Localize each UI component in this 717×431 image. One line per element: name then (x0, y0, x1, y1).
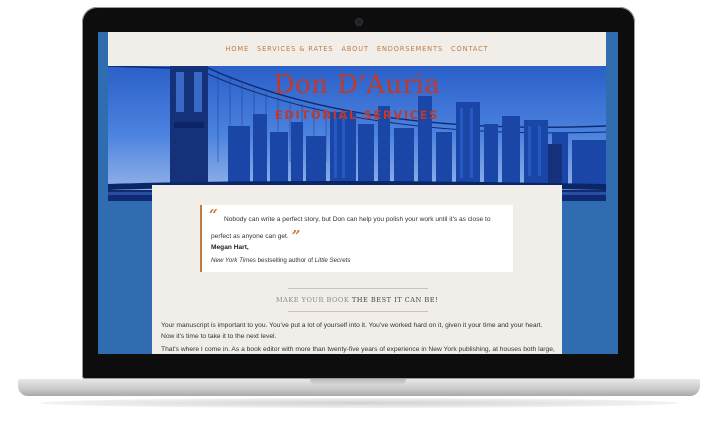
credit-book: Little Secrets (314, 257, 351, 264)
main-content: “ Nobody can write a perfect story, but … (152, 185, 562, 354)
nav-about[interactable]: ABOUT (341, 45, 368, 53)
tagline-part-2: THE BEST IT CAN BE! (351, 296, 439, 304)
testimonial-credit: New York Times bestselling author of Lit… (211, 257, 350, 264)
nav-services-rates[interactable]: SERVICES & RATES (257, 45, 333, 53)
testimonial-quote-text: Nobody can write a perfect story, but Do… (211, 216, 491, 240)
tagline-part-1: MAKE YOUR BOOK (275, 296, 350, 304)
credit-publication: New York Times (211, 257, 256, 264)
website-page: HOME SERVICES & RATES ABOUT ENDORSEMENTS… (108, 32, 606, 354)
laptop-notch (310, 379, 406, 385)
nav-home[interactable]: HOME (225, 45, 249, 53)
site-subtitle: EDITORIAL SERVICES (274, 108, 440, 122)
nav-endorsements[interactable]: ENDORSEMENTS (377, 45, 443, 53)
divider-top (288, 288, 428, 289)
site-title[interactable]: Don D'Auria (108, 70, 606, 100)
body-paragraph-2: That's where I come in. As a book editor… (161, 346, 555, 353)
browser-viewport: HOME SERVICES & RATES ABOUT ENDORSEMENTS… (98, 32, 618, 354)
divider-bottom (288, 311, 428, 312)
camera-icon (355, 18, 363, 26)
nav-contact[interactable]: CONTACT (451, 45, 489, 53)
close-quote-icon: ” (291, 227, 301, 245)
body-paragraph-1: Your manuscript is important to you. You… (161, 322, 543, 340)
testimonial-author: Megan Hart, (211, 244, 249, 251)
hero-banner: Don D'Auria EDITORIAL SERVICES (108, 66, 606, 201)
testimonial-card: “ Nobody can write a perfect story, but … (200, 205, 513, 272)
tagline: MAKE YOUR BOOK THE BEST IT CAN BE! (152, 296, 562, 304)
main-navigation: HOME SERVICES & RATES ABOUT ENDORSEMENTS… (108, 32, 606, 66)
laptop-shadow (40, 398, 678, 408)
testimonial-quote: Nobody can write a perfect story, but Do… (211, 214, 496, 245)
credit-middle: bestselling author of (255, 257, 315, 264)
